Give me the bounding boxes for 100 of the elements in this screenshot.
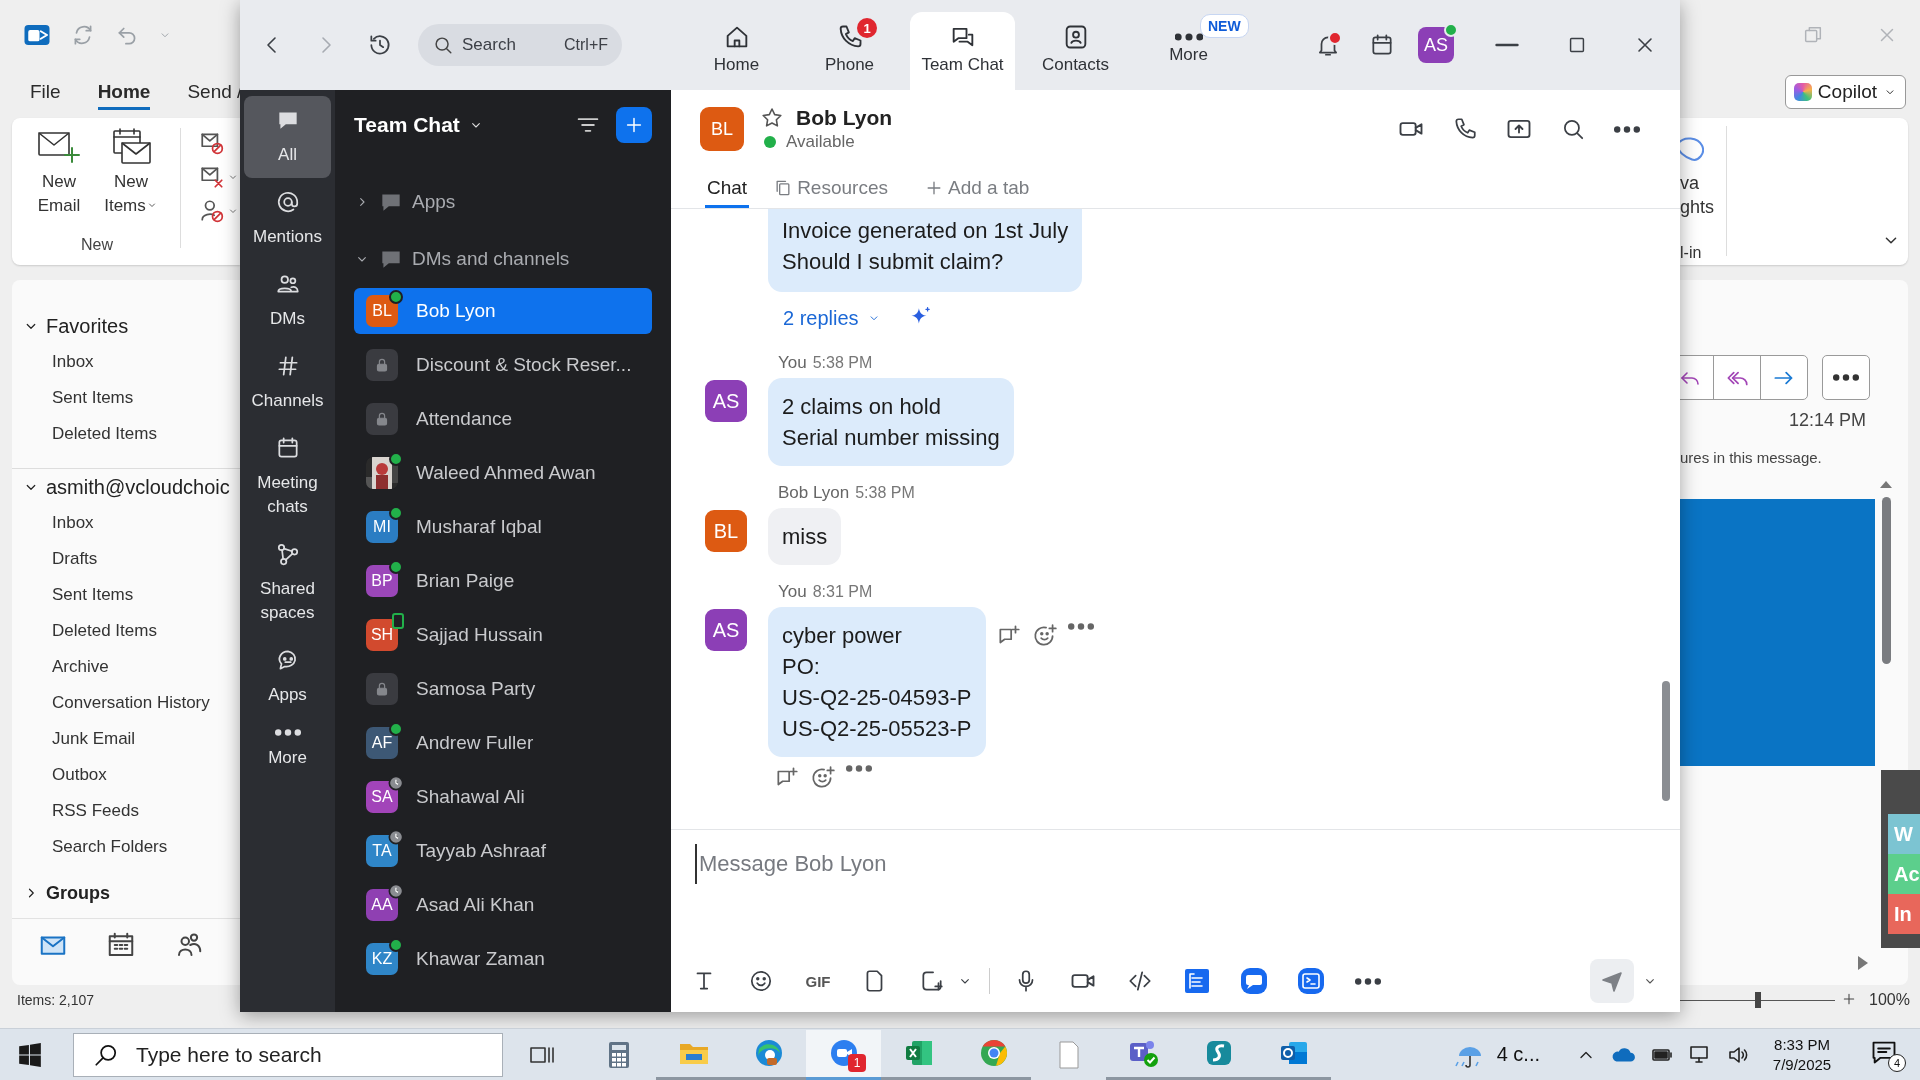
avatar: BL — [705, 510, 747, 552]
star-icon[interactable] — [760, 106, 784, 130]
group-label: l-in — [1680, 243, 1703, 263]
section-header[interactable]: DMs and channels — [354, 236, 652, 282]
chat-list-item[interactable]: BP Brian Paige — [354, 558, 652, 604]
avatar: TA — [366, 835, 398, 867]
more-icon[interactable] — [846, 765, 872, 772]
more-icon — [1833, 374, 1859, 381]
taskbar-button[interactable]: 1 — [806, 1029, 881, 1080]
gif-button[interactable]: GIF — [800, 963, 836, 999]
folder-item[interactable]: Conversation History — [12, 685, 240, 721]
rail-tab[interactable]: More — [244, 718, 331, 781]
screenshot-add-icon — [919, 968, 945, 994]
rail-tab[interactable]: Meeting chats — [244, 424, 331, 530]
ribbon-button-label[interactable]: va ghts — [1680, 171, 1726, 219]
shortcut-hint: Ctrl+F — [564, 36, 608, 54]
scrollbar-thumb[interactable] — [1881, 497, 1891, 664]
send-button[interactable] — [1590, 959, 1634, 1003]
add-reaction-icon[interactable] — [810, 765, 836, 791]
chat-list-item[interactable]: MI Musharaf Iqbal — [354, 504, 652, 550]
clock-time: 8:33 PM — [1774, 1034, 1830, 1055]
more-icon — [1174, 33, 1203, 41]
block-sender-button[interactable] — [199, 198, 239, 224]
clean-up-button[interactable] — [199, 164, 239, 190]
menu-tab[interactable]: Home — [97, 74, 151, 110]
folder-item[interactable]: Drafts — [12, 541, 240, 577]
rail-tab[interactable]: Shared spaces — [244, 530, 331, 636]
chat-list-item[interactable]: Discount & Stock Reser... — [354, 342, 652, 388]
chat-list-item[interactable]: KZ Khawar Zaman — [354, 936, 652, 982]
avatar: AA — [366, 889, 398, 921]
chat-list-item[interactable]: Attendance — [354, 396, 652, 442]
menu-tab[interactable]: File — [30, 74, 61, 110]
more-icon — [1614, 125, 1640, 133]
user-avatar[interactable]: AS — [1418, 27, 1454, 63]
rail-tab[interactable]: Mentions — [244, 178, 331, 260]
folder-item[interactable]: RSS Feeds — [12, 793, 240, 829]
phone-icon — [1452, 116, 1478, 142]
folder-group-header[interactable]: Favorites — [12, 308, 240, 344]
message-time: 5:38 PM — [855, 484, 915, 502]
status-text: Items: 2,107 — [16, 991, 96, 1010]
chat-list-item[interactable]: SA Shahawal Ali — [354, 774, 652, 820]
chat-list-item[interactable]: TA Tayyab Ashraaf — [354, 828, 652, 874]
sender-name: You — [778, 353, 807, 373]
new-chat-button[interactable] — [616, 107, 652, 143]
scroll-right-icon[interactable] — [1856, 955, 1870, 971]
folder-item[interactable]: Deleted Items — [12, 416, 240, 452]
new-email-button[interactable]: New Email — [26, 128, 92, 236]
presence-dot — [764, 136, 776, 148]
folder-item[interactable]: Inbox — [12, 505, 240, 541]
rail-tab[interactable]: Apps — [244, 636, 331, 718]
rail-tab[interactable]: Channels — [244, 342, 331, 424]
chat-list-item[interactable]: Samosa Party — [354, 666, 652, 712]
folder-item[interactable]: Deleted Items — [12, 613, 240, 649]
nav-tab[interactable]: Team Chat — [910, 12, 1015, 90]
chat-tab[interactable]: Chat — [705, 170, 750, 208]
folder-group-header[interactable]: Groups — [12, 875, 240, 911]
chat-list-item[interactable]: AA Asad Ali Khan — [354, 882, 652, 928]
folder-item[interactable]: Junk Email — [12, 721, 240, 757]
message-bubble: Invoice generated on 1st July Should I submit claim? — [768, 209, 1083, 292]
more-icon[interactable] — [1067, 623, 1094, 630]
avatar: KZ — [366, 943, 398, 975]
start-button[interactable] — [17, 1041, 43, 1068]
nav-tab[interactable]: Contacts — [1023, 12, 1128, 90]
browser-icon — [978, 1038, 1009, 1068]
folder-item[interactable]: Inbox — [12, 344, 240, 380]
zoom-level: 100% — [1869, 991, 1910, 1009]
chat-list-item[interactable]: SH Sajjad Hussain — [354, 612, 652, 658]
chat-list-item[interactable]: BL Bob Lyon — [354, 288, 652, 334]
chat-tab[interactable]: Add a tab — [921, 170, 1032, 208]
copilot-button[interactable]: Copilot — [1784, 75, 1906, 109]
person-block-icon — [199, 198, 225, 224]
folder-item[interactable]: Search Folders — [12, 829, 240, 865]
zoom-slider[interactable] — [1680, 990, 1835, 1010]
chat-list-item[interactable]: AF Andrew Fuller — [354, 720, 652, 766]
section-header[interactable]: Apps — [354, 179, 652, 225]
chat-list-item[interactable]: Waleed Ahmed Awan — [354, 450, 652, 496]
nav-tab[interactable]: Home — [684, 12, 789, 90]
more-icon — [1355, 977, 1381, 985]
new-items-button[interactable]: New Items — [98, 128, 164, 236]
clock[interactable]: 8:33 PM 7/9/2025 — [1764, 1034, 1840, 1075]
sender-name: You — [778, 582, 807, 602]
chat-tab[interactable]: Resources — [771, 170, 890, 208]
folder-item[interactable]: Sent Items — [12, 380, 240, 416]
weather-button[interactable]: 4 c... — [1452, 1039, 1540, 1070]
list-title-dropdown[interactable]: Team Chat — [354, 113, 484, 137]
notifications-button[interactable]: 4 — [1870, 1037, 1906, 1072]
message-time: 8:31 PM — [812, 583, 873, 601]
rail-tab[interactable]: DMs — [244, 260, 331, 342]
folder-item[interactable]: Outbox — [12, 757, 240, 793]
search-field[interactable]: Type here to search — [73, 1032, 503, 1077]
replies-link[interactable]: 2 replies — [783, 306, 881, 330]
folder-item[interactable]: Archive — [12, 649, 240, 685]
scroll-up-icon[interactable] — [1879, 479, 1893, 489]
browser-icon — [753, 1038, 784, 1068]
rail-tab[interactable]: All — [244, 96, 331, 178]
avatar: SA — [366, 781, 398, 813]
folder-item[interactable]: Sent Items — [12, 577, 240, 613]
envelope-block-icon — [199, 130, 225, 156]
scrollbar[interactable] — [1662, 681, 1670, 801]
more-button[interactable] — [1822, 355, 1870, 400]
